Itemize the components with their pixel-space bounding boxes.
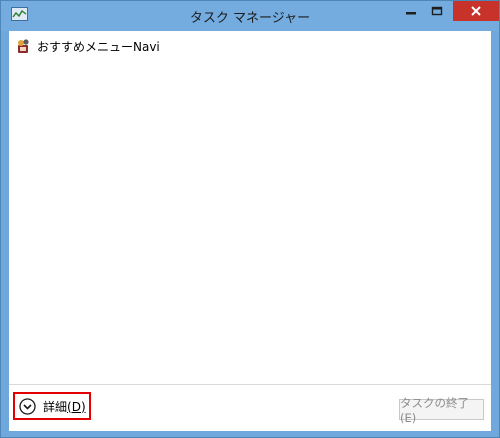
footer-bar: 詳細(D) タスクの終了(E) [9,384,491,431]
chevron-down-icon [19,397,36,415]
end-task-button[interactable]: タスクの終了(E) [399,396,484,425]
minimize-icon [406,12,416,15]
details-label: 詳細(D) [43,399,86,414]
close-icon [471,6,481,16]
maximize-icon [431,6,443,16]
details-shortcut: (D) [67,399,86,414]
minimize-button[interactable] [399,1,423,21]
title-bar[interactable]: タスク マネージャー [1,1,499,31]
details-button[interactable]: 詳細(D) [13,392,91,420]
task-manager-icon [11,7,28,21]
process-list: おすすめメニューNavi [9,31,491,384]
navi-app-icon [18,39,29,53]
list-item-label: おすすめメニューNavi [37,39,160,54]
maximize-button[interactable] [425,1,449,21]
task-manager-window: タスク マネージャー おすすめメニューNavi 詳細(D) タスクの終了(E) [0,0,500,438]
list-item[interactable]: おすすめメニューNavi [15,37,160,55]
close-button[interactable] [453,1,499,21]
